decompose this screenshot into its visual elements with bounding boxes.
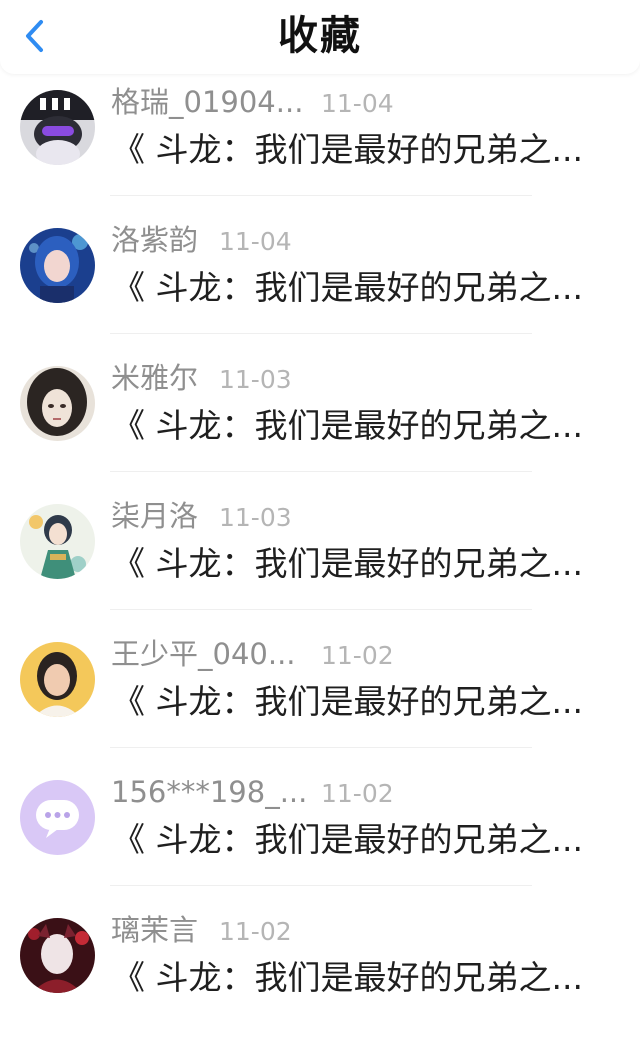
avatar[interactable]	[20, 504, 95, 579]
avatar[interactable]	[20, 918, 95, 993]
list-item[interactable]: 璃茉言 11-02 《 斗龙：我们是最好的兄弟之...	[0, 902, 640, 1040]
divider	[110, 747, 532, 748]
item-date: 11-02	[321, 641, 394, 670]
item-content[interactable]: 《 斗龙：我们是最好的兄弟之...	[112, 126, 592, 174]
list-item[interactable]: 柒月洛 11-03 《 斗龙：我们是最好的兄弟之...	[0, 488, 640, 626]
user-name[interactable]: 璃茉言	[111, 910, 198, 950]
item-content[interactable]: 《 斗龙：我们是最好的兄弟之...	[112, 816, 592, 864]
item-content[interactable]: 《 斗龙：我们是最好的兄弟之...	[112, 954, 592, 1002]
list-item[interactable]: 洛紫韵 11-04 《 斗龙：我们是最好的兄弟之...	[0, 212, 640, 350]
user-name[interactable]: 156***198_...	[111, 772, 307, 812]
avatar[interactable]	[20, 228, 95, 303]
user-name[interactable]: 洛紫韵	[111, 220, 198, 260]
page-title: 收藏	[278, 13, 362, 59]
avatar[interactable]	[20, 780, 95, 855]
divider	[110, 471, 532, 472]
list-item[interactable]: 米雅尔 11-03 《 斗龙：我们是最好的兄弟之...	[0, 350, 640, 488]
list-item[interactable]: 格瑞_01904... 11-04 《 斗龙：我们是最好的兄弟之...	[0, 74, 640, 212]
list-item[interactable]: 王少平_040... 11-02 《 斗龙：我们是最好的兄弟之...	[0, 626, 640, 764]
item-content[interactable]: 《 斗龙：我们是最好的兄弟之...	[112, 264, 592, 312]
avatar[interactable]	[20, 642, 95, 717]
item-content[interactable]: 《 斗龙：我们是最好的兄弟之...	[112, 402, 592, 450]
list-item[interactable]: 156***198_... 11-02 《 斗龙：我们是最好的兄弟之...	[0, 764, 640, 902]
user-name[interactable]: 柒月洛	[111, 496, 198, 536]
favorites-list: 格瑞_01904... 11-04 《 斗龙：我们是最好的兄弟之... 洛紫韵 …	[0, 74, 640, 1040]
item-date: 11-04	[219, 227, 292, 256]
divider	[110, 609, 532, 610]
divider	[110, 885, 532, 886]
item-date: 11-02	[219, 917, 292, 946]
item-date: 11-03	[219, 503, 292, 532]
avatar[interactable]	[20, 366, 95, 441]
divider	[110, 333, 532, 334]
item-date: 11-02	[321, 779, 394, 808]
top-navigation-bar: 收藏	[0, 0, 640, 74]
user-name[interactable]: 王少平_040...	[111, 634, 296, 674]
item-content[interactable]: 《 斗龙：我们是最好的兄弟之...	[112, 540, 592, 588]
item-date: 11-03	[219, 365, 292, 394]
avatar[interactable]	[20, 90, 95, 165]
divider	[110, 195, 532, 196]
user-name[interactable]: 格瑞_01904...	[111, 82, 303, 122]
item-content[interactable]: 《 斗龙：我们是最好的兄弟之...	[112, 678, 592, 726]
user-name[interactable]: 米雅尔	[111, 358, 198, 398]
item-date: 11-04	[321, 89, 394, 118]
